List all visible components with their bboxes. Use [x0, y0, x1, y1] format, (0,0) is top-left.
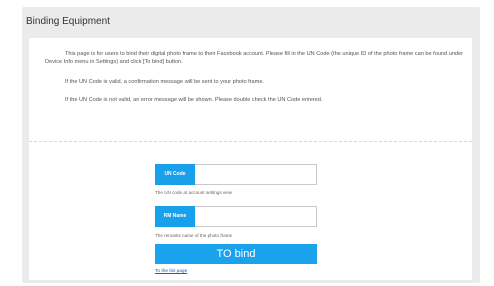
rm-name-hint: The remarks name of the photo frame [155, 233, 233, 238]
instruction-paragraph: This page is for users to bind their dig… [45, 51, 464, 65]
back-to-list-link[interactable]: To the list page [155, 269, 187, 274]
rm-name-field: RM Name [155, 206, 317, 227]
invalid-code-note: If the UN Code is not valid, an error me… [65, 97, 323, 103]
page-title: Binding Equipment [26, 16, 110, 27]
rm-name-label: RM Name [155, 206, 195, 227]
rm-name-input[interactable] [196, 207, 316, 226]
un-code-hint: The UN code at account settings view [155, 190, 233, 195]
instructions-section: This page is for users to bind their dig… [29, 38, 472, 142]
un-code-field: UN Code [155, 164, 317, 185]
un-code-input[interactable] [196, 165, 316, 184]
binding-panel: Binding Equipment This page is for users… [22, 7, 480, 283]
valid-code-note: If the UN Code is valid, a confirmation … [65, 79, 264, 85]
un-code-label: UN Code [155, 164, 195, 185]
to-bind-button[interactable]: TO bind [155, 244, 317, 264]
binding-card: This page is for users to bind their dig… [29, 38, 472, 280]
